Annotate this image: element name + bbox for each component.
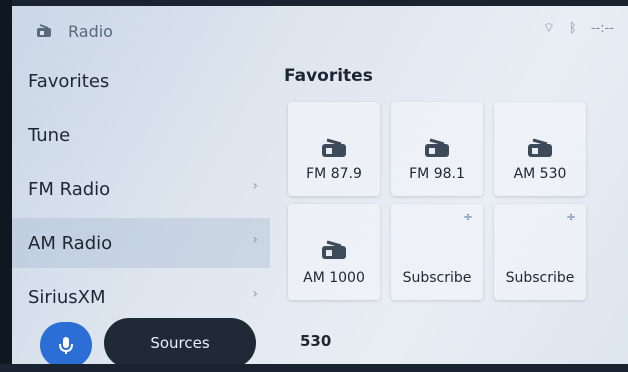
sidebar-item-siriusxm[interactable]: SiriusXM › <box>12 272 270 322</box>
sidebar: Favorites Tune FM Radio › AM Radio › Sir… <box>12 56 270 314</box>
sidebar-item-favorites[interactable]: Favorites <box>12 56 270 106</box>
radio-icon <box>425 138 449 157</box>
subscribe-tile[interactable]: ÷ Subscribe <box>494 204 586 300</box>
sources-button[interactable]: Sources <box>104 318 256 368</box>
sidebar-item-label: FM Radio <box>28 178 111 200</box>
sidebar-item-label: AM Radio <box>28 232 113 254</box>
sidebar-item-tune[interactable]: Tune <box>12 110 270 160</box>
radio-icon <box>528 138 552 157</box>
bottom-bezel <box>0 364 628 372</box>
sidebar-item-am-radio[interactable]: AM Radio › <box>12 218 270 268</box>
tile-label: AM 1000 <box>303 270 365 286</box>
section-title: Favorites <box>284 66 373 86</box>
chevron-right-icon: › <box>252 286 258 302</box>
status-icons: ⌔ ᛒ --:-- <box>542 20 614 37</box>
favorite-tile-am-530[interactable]: AM 530 <box>494 102 586 196</box>
favorite-tile-am-1000[interactable]: AM 1000 <box>288 204 380 300</box>
wifi-icon: ⌔ <box>542 21 556 36</box>
plus-minus-icon: ÷ <box>565 210 576 224</box>
subscribe-tile[interactable]: ÷ Subscribe <box>391 204 483 300</box>
radio-icon <box>37 24 51 37</box>
chevron-right-icon: › <box>252 232 258 248</box>
app-title: Radio <box>68 22 113 41</box>
tile-label: Subscribe <box>402 270 472 286</box>
screen: Radio ⌔ ᛒ --:-- Favorites Tune FM Radio … <box>0 0 628 372</box>
plus-minus-icon: ÷ <box>462 210 473 224</box>
radio-icon <box>322 240 346 259</box>
sidebar-item-label: SiriusXM <box>28 286 106 308</box>
voice-button[interactable] <box>40 322 92 368</box>
tile-label: FM 87.9 <box>306 166 362 182</box>
clock: --:-- <box>590 20 614 36</box>
now-playing-frequency: 530 <box>300 332 332 350</box>
chevron-right-icon: › <box>252 178 258 194</box>
sidebar-item-label: Tune <box>28 124 71 146</box>
sidebar-item-label: Favorites <box>28 70 110 92</box>
radio-icon <box>322 138 346 157</box>
tile-label: AM 530 <box>513 166 567 182</box>
sidebar-item-fm-radio[interactable]: FM Radio › <box>12 164 270 214</box>
left-bezel <box>0 0 12 372</box>
tile-label: Subscribe <box>505 270 575 286</box>
favorite-tile-fm-87-9[interactable]: FM 87.9 <box>288 102 380 196</box>
microphone-icon <box>59 337 73 354</box>
status-bar: Radio ⌔ ᛒ --:-- <box>12 6 622 46</box>
tile-label: FM 98.1 <box>409 166 465 182</box>
favorite-tile-fm-98-1[interactable]: FM 98.1 <box>391 102 483 196</box>
bluetooth-icon: ᛒ <box>569 20 577 36</box>
